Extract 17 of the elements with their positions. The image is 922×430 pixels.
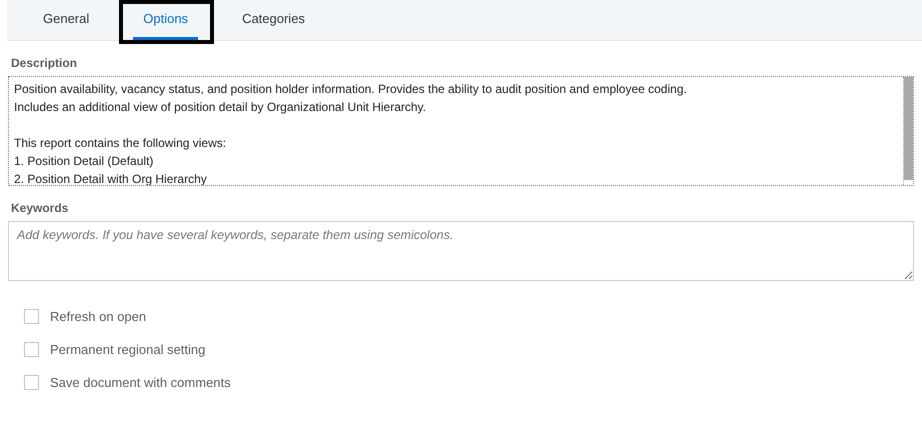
- description-field[interactable]: [8, 76, 914, 186]
- description-line: Includes an additional view of position detail by Organizational Unit Hierarchy.: [14, 99, 428, 116]
- tab[interactable]: Categories: [232, 0, 315, 40]
- tab[interactable]: Options: [133, 0, 198, 40]
- keywords-field[interactable]: Add keywords. If you have several keywords, separate them using semicolons.: [8, 221, 914, 281]
- tab[interactable]: General: [33, 0, 100, 40]
- checkbox[interactable]: [24, 309, 39, 324]
- description-line: This report contains the following views:: [14, 135, 228, 152]
- checkbox-label: Refresh on open: [50, 309, 146, 324]
- checkbox-label: Permanent regional setting: [50, 342, 206, 357]
- checkbox[interactable]: [24, 342, 39, 357]
- field-label: Keywords: [11, 201, 70, 215]
- checkbox-label: Save document with comments: [50, 375, 231, 390]
- field-label: Description: [11, 56, 78, 70]
- description-line: 1. Position Detail (Default): [14, 153, 154, 170]
- description-line: Position availability, vacancy status, and position holder information. Provides the ability to audit position and employee coding.: [14, 81, 688, 98]
- checkbox[interactable]: [24, 375, 39, 390]
